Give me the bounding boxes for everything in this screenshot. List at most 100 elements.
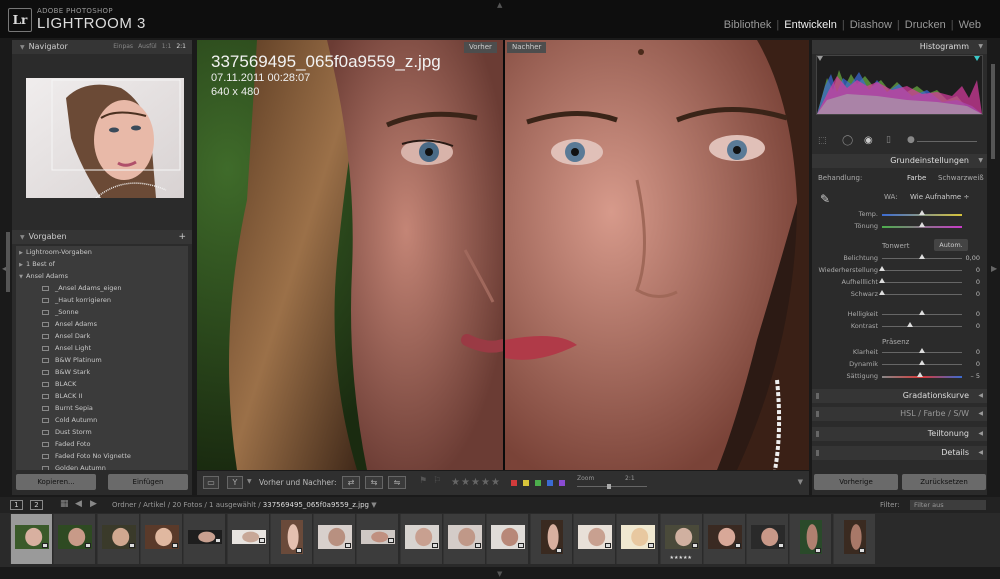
slider-value[interactable]: 0	[960, 266, 980, 274]
preset-item[interactable]: B&W Stark	[16, 366, 188, 378]
swap-before-after-icon[interactable]: ⇋	[388, 476, 406, 489]
filmstrip-thumbnail[interactable]	[226, 514, 269, 564]
filmstrip-thumbnail[interactable]	[356, 514, 399, 564]
paste-button[interactable]: Einfügen	[108, 474, 188, 490]
rating-star-1[interactable]: ★	[451, 477, 460, 488]
filmstrip-thumbnail[interactable]	[572, 514, 615, 564]
filmstrip-thumbnail[interactable]	[746, 514, 789, 564]
zoom-slider-track[interactable]	[577, 486, 647, 487]
copy-button[interactable]: Kopieren...	[16, 474, 96, 490]
zoom-fill[interactable]: Ausfül	[138, 40, 157, 54]
histogram[interactable]	[816, 55, 983, 115]
before-after-view-icon[interactable]: Y	[227, 476, 243, 489]
panel-switch-icon[interactable]	[816, 450, 819, 456]
preset-item[interactable]: ▼ Ansel Adams	[16, 270, 188, 282]
rating-star-2[interactable]: ★	[461, 477, 470, 488]
copy-after-to-before-icon[interactable]: ⇆	[365, 476, 383, 489]
slider-track[interactable]	[882, 294, 962, 295]
second-screen-button[interactable]: 2	[30, 500, 43, 510]
panel-switch-icon[interactable]	[816, 431, 819, 437]
preset-item[interactable]: BLACK II	[16, 390, 188, 402]
module-drucken[interactable]: Drucken	[900, 19, 951, 31]
panel-switch-icon[interactable]	[816, 393, 819, 399]
slider-value[interactable]: 0	[960, 322, 980, 330]
filmstrip-thumbnail[interactable]	[183, 514, 226, 564]
collapse-top-icon[interactable]: ▲	[497, 1, 502, 9]
collapse-bottom-icon[interactable]: ▼	[497, 570, 502, 578]
filmstrip-thumbnail[interactable]	[313, 514, 356, 564]
toolbar-menu-icon[interactable]: ▼	[798, 478, 803, 486]
eyedropper-icon[interactable]: ✎	[820, 192, 830, 206]
grid-view-icon[interactable]: ▦	[60, 499, 69, 509]
previous-button[interactable]: Vorherige	[814, 474, 898, 490]
back-arrow-icon[interactable]: ◀	[75, 499, 82, 509]
slider-value[interactable]: 0	[960, 310, 980, 318]
red-eye-icon[interactable]: ◉	[864, 135, 873, 146]
slider-value[interactable]: 0	[960, 348, 980, 356]
slider-thumb[interactable]	[919, 210, 925, 215]
before-after-divider[interactable]	[503, 40, 505, 470]
basic-header[interactable]: Grundeinstellungen ▼	[812, 154, 987, 168]
slider-thumb[interactable]	[919, 222, 925, 227]
left-scrollbar[interactable]	[6, 232, 10, 292]
module-entwickeln[interactable]: Entwickeln	[779, 19, 842, 31]
slider-track[interactable]	[882, 282, 962, 283]
module-diashow[interactable]: Diashow	[845, 19, 897, 31]
preset-item[interactable]: Ansel Light	[16, 342, 188, 354]
slider-thumb[interactable]	[919, 310, 925, 315]
slider-thumb[interactable]	[879, 266, 885, 271]
collapse-right-icon[interactable]: ▶	[991, 264, 997, 273]
preset-item[interactable]: Faded Foto No Vignette	[16, 450, 188, 462]
slider-value[interactable]: 0,00	[960, 254, 980, 262]
section-tone-curve[interactable]: Gradationskurve ◀	[812, 389, 987, 403]
section-details[interactable]: Details ◀	[812, 446, 987, 460]
filmstrip-thumbnail[interactable]	[789, 514, 832, 564]
preset-item[interactable]: _Ansel Adams_eigen	[16, 282, 188, 294]
presets-header[interactable]: ▼ Vorgaben +	[12, 230, 192, 244]
slider-thumb[interactable]	[919, 254, 925, 259]
crop-tool-icon[interactable]: ⬚	[818, 136, 827, 146]
filmstrip-thumbnail[interactable]	[10, 514, 52, 564]
right-scrollbar[interactable]	[991, 64, 995, 159]
histogram-header[interactable]: Histogramm ▼	[812, 40, 987, 54]
zoom-1-1[interactable]: 1:1	[162, 40, 172, 54]
rating-star-5[interactable]: ★	[491, 477, 500, 488]
navigator-preview[interactable]	[26, 78, 184, 199]
filmstrip-thumbnail[interactable]	[443, 514, 485, 564]
slider-value[interactable]: 0	[960, 360, 980, 368]
auto-tone-button[interactable]: Autom.	[934, 239, 968, 251]
filmstrip-thumbnail[interactable]	[399, 514, 442, 564]
color-label-green[interactable]	[535, 480, 541, 486]
flag-reject-icon[interactable]: ⚐	[433, 476, 441, 486]
slider-thumb[interactable]	[879, 278, 885, 283]
graduated-filter-icon[interactable]: ▯	[886, 135, 891, 145]
preset-item[interactable]: ▶ 1 Best of	[16, 258, 188, 270]
add-preset-icon[interactable]: +	[178, 230, 186, 244]
main-screen-button[interactable]: 1	[10, 500, 23, 510]
reset-button[interactable]: Zurücksetzen	[902, 474, 986, 490]
module-web[interactable]: Web	[954, 19, 986, 31]
preset-item[interactable]: Ansel Dark	[16, 330, 188, 342]
view-menu-arrow-icon[interactable]: ▼	[247, 478, 252, 485]
filmstrip-thumbnail[interactable]	[53, 514, 96, 564]
slider-thumb[interactable]	[917, 372, 924, 377]
preset-item[interactable]: Dust Storm	[16, 426, 188, 438]
zoom-fit[interactable]: Einpas	[113, 40, 133, 54]
section-hsl[interactable]: HSL / Farbe / S/W ◀	[812, 407, 987, 421]
filmstrip-thumbnail[interactable]: ★★★★★	[659, 514, 702, 564]
preset-item[interactable]: _Sonne	[16, 306, 188, 318]
color-label-red[interactable]	[511, 480, 517, 486]
filmstrip-thumbnail[interactable]	[529, 514, 572, 564]
panel-switch-icon[interactable]	[816, 411, 819, 417]
slider-thumb[interactable]	[919, 348, 925, 353]
filmstrip-thumbnail[interactable]	[832, 514, 875, 564]
photo-view[interactable]: Vorher Nachher 337569495_065f0a9559_z.jp…	[197, 40, 809, 470]
slider-value[interactable]: 0	[960, 290, 980, 298]
filmstrip-thumbnail[interactable]	[96, 514, 139, 564]
adjustment-brush-icon[interactable]: ●	[907, 135, 915, 145]
slider-value[interactable]: – 5	[960, 372, 980, 380]
forward-arrow-icon[interactable]: ▶	[90, 499, 97, 509]
module-bibliothek[interactable]: Bibliothek	[719, 19, 777, 31]
copy-before-to-after-icon[interactable]: ⇄	[342, 476, 360, 489]
spot-removal-icon[interactable]: ◯	[842, 135, 853, 146]
